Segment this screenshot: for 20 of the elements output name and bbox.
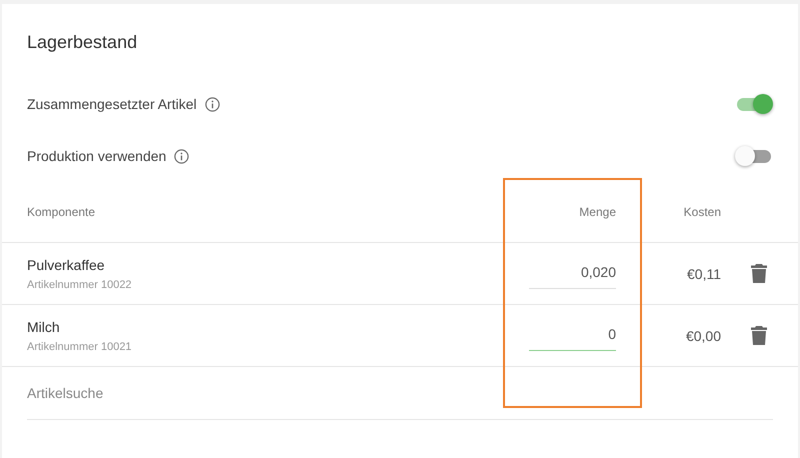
toggle-switch[interactable] bbox=[735, 146, 771, 166]
info-icon[interactable] bbox=[174, 148, 190, 164]
column-header: Kosten bbox=[682, 205, 721, 219]
toggle-label: Zusammengesetzter Artikel bbox=[27, 96, 197, 112]
toggle-label: Produktion verwenden bbox=[27, 148, 166, 164]
cost-value: €0,00 bbox=[684, 328, 721, 344]
section-title: Lagerbestand bbox=[27, 31, 138, 54]
delete-icon[interactable] bbox=[751, 326, 767, 345]
info-icon[interactable] bbox=[204, 96, 220, 112]
column-header: Komponente bbox=[27, 205, 96, 219]
component-name: Pulverkaffee bbox=[27, 256, 106, 272]
column-header: Menge bbox=[578, 205, 616, 219]
component-name: Milch bbox=[27, 318, 61, 334]
toggle-switch[interactable] bbox=[735, 94, 771, 114]
item-number: Artikelnummer 10021 bbox=[27, 340, 133, 352]
delete-icon[interactable] bbox=[751, 264, 767, 283]
quantity-field[interactable]: 0 bbox=[529, 320, 616, 351]
item-number: Artikelnummer 10022 bbox=[27, 278, 133, 290]
cost-value: €0,11 bbox=[686, 266, 721, 282]
quantity-field[interactable]: 0,020 bbox=[529, 258, 616, 289]
